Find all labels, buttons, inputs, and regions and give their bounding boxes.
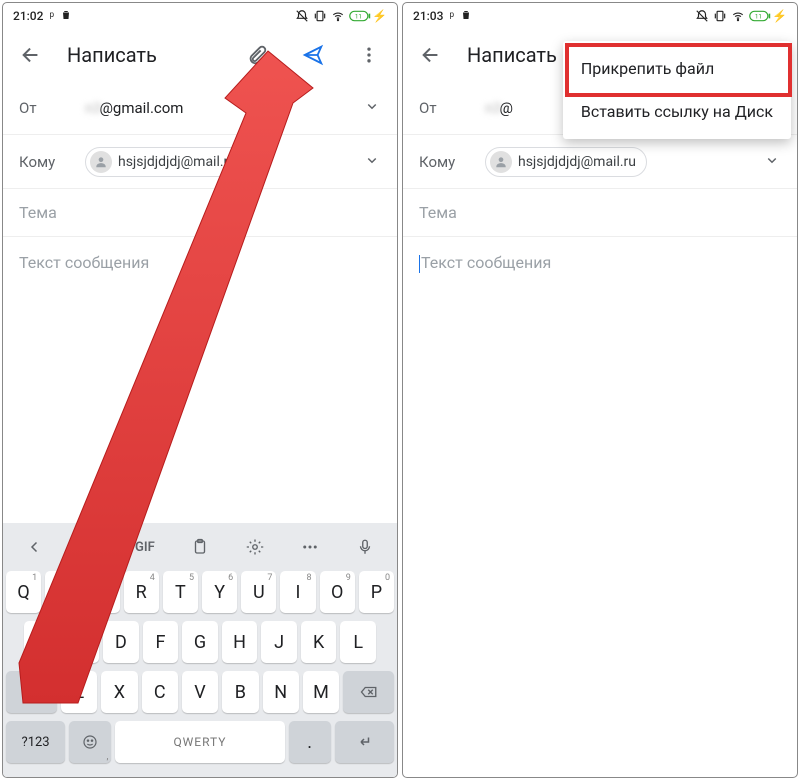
keyboard: GIF Q1W2E3R4T5Y6U7I8O9P0 ASDFGHJKL ZXCVB… bbox=[3, 523, 397, 777]
key-g[interactable]: G bbox=[182, 621, 218, 663]
chevron-down-icon[interactable] bbox=[363, 97, 381, 119]
key-c[interactable]: C bbox=[142, 671, 178, 713]
chip-text: hsjsjdjdjdj@mail.ru bbox=[518, 154, 636, 170]
key-k[interactable]: K bbox=[301, 621, 337, 663]
battery-icon: 11 ⚡ bbox=[349, 9, 387, 23]
key-p[interactable]: P0 bbox=[359, 571, 394, 613]
subject-input[interactable]: Тема bbox=[403, 189, 797, 237]
body-input[interactable]: Текст сообщения bbox=[3, 237, 397, 523]
key-u[interactable]: U7 bbox=[241, 571, 276, 613]
svg-text:11: 11 bbox=[355, 12, 362, 20]
key-enter[interactable] bbox=[335, 721, 394, 763]
key-f[interactable]: F bbox=[143, 621, 179, 663]
dnd-icon bbox=[695, 9, 709, 23]
key-y[interactable]: Y6 bbox=[202, 571, 237, 613]
avatar-icon bbox=[490, 151, 512, 173]
menu-attach-file[interactable]: Прикрепить файл bbox=[563, 47, 791, 90]
send-button[interactable] bbox=[293, 35, 333, 75]
key-l[interactable]: L bbox=[340, 621, 376, 663]
key-r[interactable]: R4 bbox=[124, 571, 159, 613]
key-m[interactable]: M bbox=[303, 671, 339, 713]
to-row[interactable]: Кому hsjsjdjdjdj@mail.ru bbox=[3, 135, 397, 189]
wifi-icon bbox=[331, 9, 345, 23]
phone-left: 21:02 ᵖ 11 ⚡ Написать bbox=[2, 2, 398, 778]
vibrate-icon bbox=[713, 9, 727, 23]
wifi-icon bbox=[731, 9, 745, 23]
status-time: 21:03 bbox=[413, 9, 443, 23]
key-backspace[interactable] bbox=[343, 671, 394, 713]
status-app-icon: ᵖ bbox=[449, 9, 454, 23]
kb-more-icon[interactable] bbox=[290, 538, 330, 556]
kb-collapse-icon[interactable] bbox=[15, 538, 55, 556]
key-s[interactable]: S bbox=[64, 621, 100, 663]
keyboard-toolbar: GIF bbox=[3, 527, 397, 567]
to-label: Кому bbox=[419, 153, 465, 171]
key-b[interactable]: B bbox=[222, 671, 258, 713]
body-input[interactable]: Текст сообщения bbox=[403, 237, 797, 777]
attach-button[interactable] bbox=[237, 35, 277, 75]
key-space[interactable]: QWERTY bbox=[115, 721, 284, 763]
key-w[interactable]: W2 bbox=[45, 571, 80, 613]
chevron-down-icon[interactable] bbox=[363, 151, 381, 173]
dnd-icon bbox=[295, 9, 309, 23]
to-label: Кому bbox=[19, 153, 65, 171]
status-bar: 21:03 ᵖ 11 ⚡ bbox=[403, 3, 797, 29]
status-trash-icon bbox=[60, 9, 72, 24]
back-button[interactable] bbox=[11, 35, 51, 75]
more-button[interactable] bbox=[349, 35, 389, 75]
status-trash-icon bbox=[460, 9, 472, 24]
back-button[interactable] bbox=[411, 35, 451, 75]
from-value: n 3@gmail.com bbox=[85, 99, 343, 117]
key-emoji[interactable]: , bbox=[69, 721, 111, 763]
avatar-icon bbox=[90, 151, 112, 173]
from-label: От bbox=[419, 99, 465, 117]
page-title: Написать bbox=[67, 43, 221, 67]
kb-sticker-icon[interactable] bbox=[70, 537, 110, 557]
key-z[interactable]: Z bbox=[61, 671, 97, 713]
svg-text:11: 11 bbox=[755, 12, 762, 20]
text-cursor bbox=[419, 255, 420, 273]
kb-mic-icon[interactable] bbox=[345, 538, 385, 556]
key-t[interactable]: T5 bbox=[163, 571, 198, 613]
key-a[interactable]: A bbox=[24, 621, 60, 663]
vibrate-icon bbox=[313, 9, 327, 23]
status-bar: 21:02 ᵖ 11 ⚡ bbox=[3, 3, 397, 29]
app-bar: Написать bbox=[3, 29, 397, 81]
chip-text: hsjsjdjdjdj@mail.ru bbox=[118, 154, 236, 170]
attach-menu: Прикрепить файл Вставить ссылку на Диск bbox=[563, 41, 791, 139]
status-time: 21:02 bbox=[13, 9, 43, 23]
recipient-chip[interactable]: hsjsjdjdjdj@mail.ru bbox=[485, 147, 647, 177]
key-i[interactable]: I8 bbox=[280, 571, 315, 613]
recipient-chip[interactable]: hsjsjdjdjdj@mail.ru bbox=[85, 147, 247, 177]
key-symbols[interactable]: ?123 bbox=[6, 721, 65, 763]
kb-clipboard-icon[interactable] bbox=[180, 538, 220, 556]
key-o[interactable]: O9 bbox=[320, 571, 355, 613]
key-h[interactable]: H bbox=[222, 621, 258, 663]
from-row[interactable]: От n 3@gmail.com bbox=[3, 81, 397, 135]
from-label: От bbox=[19, 99, 65, 117]
battery-icon: 11 ⚡ bbox=[749, 9, 787, 23]
phone-right: 21:03 ᵖ 11 ⚡ Написать От n 3@ Кому bbox=[402, 2, 798, 778]
key-shift[interactable] bbox=[6, 671, 57, 713]
key-e[interactable]: E3 bbox=[84, 571, 119, 613]
status-app-icon: ᵖ bbox=[49, 9, 54, 23]
chevron-down-icon[interactable] bbox=[763, 151, 781, 173]
subject-input[interactable]: Тема bbox=[3, 189, 397, 237]
key-period[interactable]: . bbox=[289, 721, 331, 763]
key-j[interactable]: J bbox=[261, 621, 297, 663]
key-d[interactable]: D bbox=[103, 621, 139, 663]
kb-gif-button[interactable]: GIF bbox=[125, 540, 165, 555]
to-row[interactable]: Кому hsjsjdjdjdj@mail.ru bbox=[403, 135, 797, 189]
key-v[interactable]: V bbox=[182, 671, 218, 713]
kb-settings-icon[interactable] bbox=[235, 538, 275, 556]
menu-insert-drive-link[interactable]: Вставить ссылку на Диск bbox=[563, 90, 791, 133]
key-q[interactable]: Q1 bbox=[6, 571, 41, 613]
key-x[interactable]: X bbox=[101, 671, 137, 713]
key-n[interactable]: N bbox=[263, 671, 299, 713]
